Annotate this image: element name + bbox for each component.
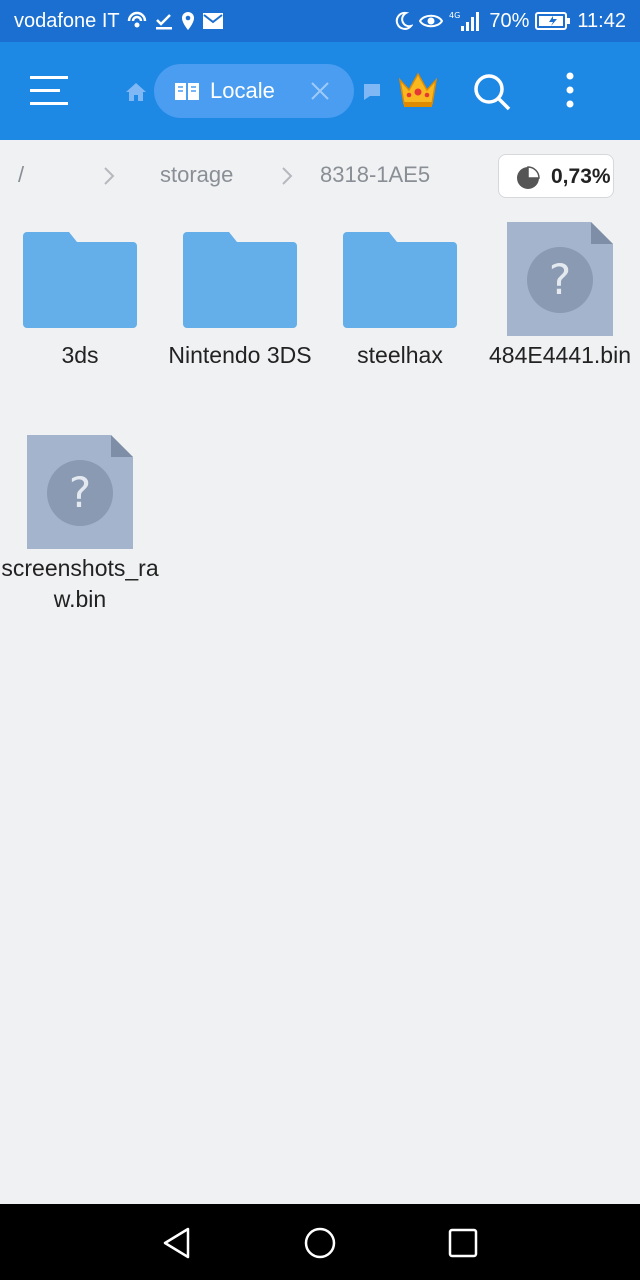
home-icon[interactable] [124,80,148,104]
menu-button[interactable] [30,74,70,108]
svg-text:?: ? [549,255,571,304]
item-name: Nintendo 3DS [168,342,312,368]
eye-comfort-icon [419,12,444,30]
search-icon [474,74,511,111]
unknown-file-icon: ? [480,212,640,336]
item-name: 484E4441.bin [489,342,631,368]
breadcrumb-root[interactable]: / [18,162,24,188]
storage-percent: 0,73% [551,165,611,188]
pie-chart-icon [515,165,541,196]
home-circle-icon[interactable] [303,1226,337,1260]
search-button[interactable] [472,72,512,112]
breadcrumb-current[interactable]: 8318-1AE5 [320,162,430,188]
next-tab-icon[interactable] [362,82,382,102]
tab-label: Locale [210,78,275,103]
folder-icon [320,212,480,336]
hamburger-icon [30,76,68,105]
status-bar: vodafone IT 4G 70% 11:42 [0,0,640,42]
item-name: steelhax [357,342,443,368]
local-storage-icon [174,80,200,107]
folder-icon [160,212,320,336]
hotspot-icon [126,11,148,31]
back-icon[interactable] [160,1226,194,1260]
recents-square-icon[interactable] [446,1226,480,1260]
breadcrumb-storage[interactable]: storage [160,162,233,188]
storage-usage-button[interactable]: 0,73% [498,154,614,198]
clock: 11:42 [577,9,626,32]
folder-icon [0,212,160,336]
file-item[interactable]: ? screenshots_raw.bin [0,425,160,615]
more-vert-icon [566,72,574,108]
unknown-file-icon: ? [0,425,160,549]
folder-item[interactable]: 3ds [0,212,160,402]
location-icon [180,11,196,31]
battery-charging-icon [535,11,571,31]
carrier-label: vodafone IT [14,9,120,32]
battery-percent: 70% [489,9,530,32]
chevron-right-icon [280,166,294,191]
item-name: 3ds [61,342,99,368]
mail-icon [202,12,224,30]
item-name: screenshots_raw.bin [1,555,159,612]
download-done-icon [154,11,174,31]
breadcrumb: / storage 8318-1AE5 0,73% [0,140,640,212]
network-type: 4G [449,11,460,20]
svg-text:?: ? [69,468,91,517]
signal-4g-icon: 4G [449,10,483,32]
chevron-right-icon [102,166,116,191]
tab-locale[interactable]: Locale [154,64,354,118]
premium-crown-icon[interactable] [396,70,440,110]
file-item[interactable]: ? 484E4441.bin [480,212,640,402]
app-bar: Locale [0,42,640,140]
folder-item[interactable]: steelhax [320,212,480,402]
system-nav-bar [0,1204,640,1280]
do-not-disturb-moon-icon [393,11,414,31]
more-options-button[interactable] [560,70,580,110]
folder-item[interactable]: Nintendo 3DS [160,212,320,402]
close-tab-icon[interactable] [310,81,330,106]
